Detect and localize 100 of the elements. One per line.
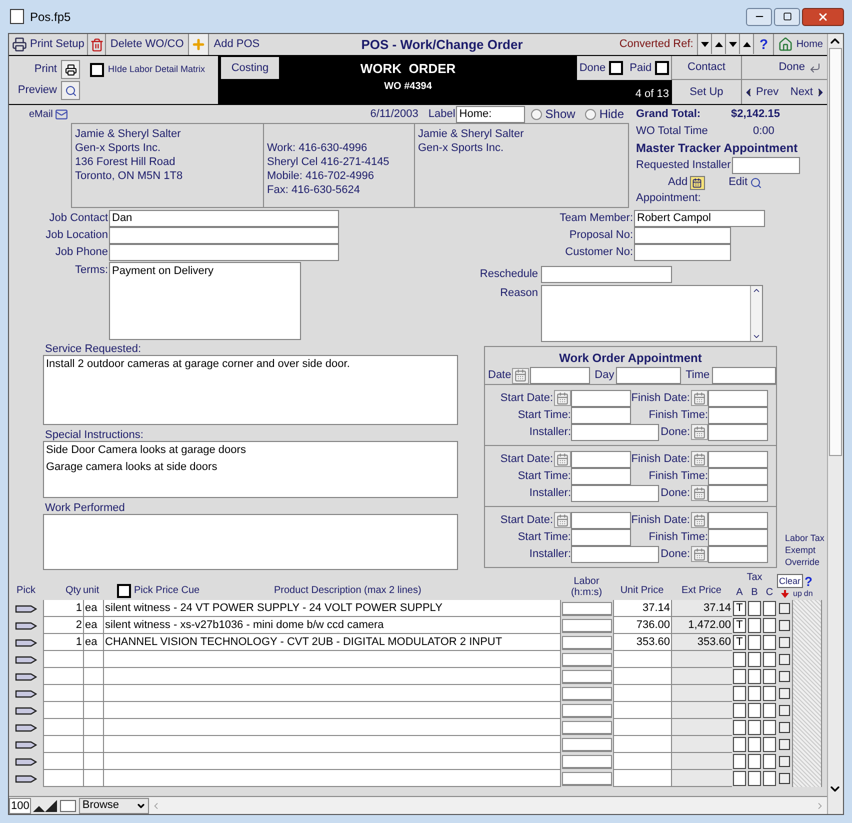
tax-box[interactable]	[748, 771, 761, 786]
checkbox[interactable]	[779, 722, 790, 733]
checkbox[interactable]	[779, 705, 790, 716]
add-pos-button[interactable]: Add POS	[208, 34, 265, 55]
tax-box[interactable]	[748, 652, 761, 667]
pencil-icon[interactable]	[15, 758, 37, 766]
tax-box[interactable]	[748, 635, 761, 650]
calendar-icon[interactable]	[554, 390, 571, 406]
contact-button[interactable]: Contact	[672, 56, 742, 80]
tax-box[interactable]	[748, 601, 761, 616]
input-field[interactable]	[708, 424, 768, 440]
input-field[interactable]	[571, 424, 659, 440]
input-field[interactable]	[109, 244, 339, 261]
terms-field[interactable]: Payment on Delivery	[109, 262, 301, 340]
labor-field[interactable]	[562, 686, 612, 700]
input-field[interactable]	[708, 450, 768, 468]
checkbox[interactable]	[779, 654, 790, 665]
tax-box[interactable]	[763, 601, 776, 616]
instructions-field[interactable]: Side Door Camera looks at garage doors Garage camera looks at side doors	[43, 441, 458, 498]
checkbox[interactable]	[779, 756, 790, 767]
input-field[interactable]	[708, 468, 768, 484]
clear-button[interactable]: Clear	[777, 574, 803, 588]
labor-field[interactable]	[562, 704, 612, 718]
labor-field[interactable]	[562, 652, 612, 666]
calendar-icon[interactable]	[691, 390, 708, 406]
home-button[interactable]: Home	[774, 34, 827, 55]
input-field[interactable]	[571, 406, 631, 424]
pencil-icon[interactable]	[15, 706, 37, 714]
input-field[interactable]	[541, 266, 672, 283]
input-field[interactable]	[571, 546, 659, 562]
tax-box[interactable]	[733, 737, 746, 752]
input-field[interactable]	[708, 512, 768, 528]
labor-field[interactable]	[562, 670, 612, 684]
input-field[interactable]	[109, 227, 339, 244]
input-field[interactable]	[571, 512, 631, 528]
tax-box[interactable]	[733, 771, 746, 786]
help-button[interactable]: ?	[804, 574, 812, 588]
mode-dropdown[interactable]: Browse	[79, 798, 150, 814]
labor-field[interactable]	[562, 636, 612, 650]
pencil-icon[interactable]	[15, 656, 37, 664]
maximize-button[interactable]	[774, 8, 800, 26]
tax-box[interactable]	[748, 686, 761, 701]
tax-box[interactable]	[763, 754, 776, 769]
input-field[interactable]	[571, 468, 631, 484]
tax-box[interactable]	[733, 652, 746, 667]
labor-field[interactable]	[562, 738, 612, 752]
tax-box[interactable]	[763, 669, 776, 684]
input-field[interactable]	[634, 227, 731, 244]
pencil-icon[interactable]	[15, 638, 37, 646]
tax-box[interactable]	[763, 652, 776, 667]
input-field[interactable]: Dan	[109, 210, 339, 227]
input-field[interactable]	[708, 484, 768, 502]
work-performed-field[interactable]	[43, 514, 458, 570]
tax-box[interactable]	[748, 737, 761, 752]
input-field[interactable]	[530, 367, 590, 384]
pencil-icon[interactable]	[15, 724, 37, 732]
tax-box[interactable]	[733, 720, 746, 735]
calendar-icon[interactable]	[691, 424, 708, 440]
reason-field[interactable]	[541, 285, 763, 342]
add-button[interactable]	[188, 34, 209, 55]
calendar-icon[interactable]	[691, 512, 708, 528]
calendar-icon[interactable]	[554, 512, 571, 528]
tax-box[interactable]	[763, 720, 776, 735]
input-field[interactable]	[732, 157, 800, 174]
labor-field[interactable]	[562, 772, 612, 786]
input-field[interactable]	[571, 484, 659, 502]
last-button[interactable]	[726, 34, 740, 54]
vertical-scrollbar[interactable]	[827, 34, 843, 814]
trash-button[interactable]	[88, 34, 106, 55]
print-button[interactable]	[61, 60, 80, 79]
input-field[interactable]	[634, 244, 731, 261]
radio-button[interactable]	[531, 108, 542, 120]
sort-down-button[interactable]	[698, 34, 712, 54]
input-field[interactable]	[571, 390, 631, 406]
input-field[interactable]: Robert Campol	[634, 210, 765, 227]
checkbox[interactable]	[779, 773, 790, 784]
calendar-icon[interactable]	[691, 451, 708, 467]
tax-box[interactable]	[763, 686, 776, 701]
labor-field[interactable]	[562, 618, 612, 632]
service-field[interactable]: Install 2 outdoor cameras at garage corner and over side door.	[43, 355, 458, 426]
tax-box[interactable]	[733, 669, 746, 684]
calendar-icon[interactable]	[554, 451, 571, 467]
close-button[interactable]	[802, 8, 844, 26]
pencil-icon[interactable]	[15, 604, 37, 612]
tax-box[interactable]	[763, 737, 776, 752]
checkbox[interactable]	[779, 688, 790, 699]
tax-box[interactable]	[733, 686, 746, 701]
checkbox[interactable]	[608, 61, 623, 75]
checkbox[interactable]	[90, 62, 104, 76]
sort-up-button[interactable]	[712, 34, 726, 54]
pencil-icon[interactable]	[15, 740, 37, 748]
input-field[interactable]	[571, 450, 631, 468]
input-field[interactable]	[571, 528, 631, 546]
next-button[interactable]: Next	[784, 80, 827, 104]
input-field[interactable]: Home:	[456, 106, 526, 122]
tax-box[interactable]	[748, 720, 761, 735]
tax-box[interactable]: T	[733, 601, 746, 616]
first-button[interactable]	[740, 34, 754, 54]
pencil-icon[interactable]	[15, 672, 37, 680]
checkbox[interactable]	[779, 620, 790, 631]
